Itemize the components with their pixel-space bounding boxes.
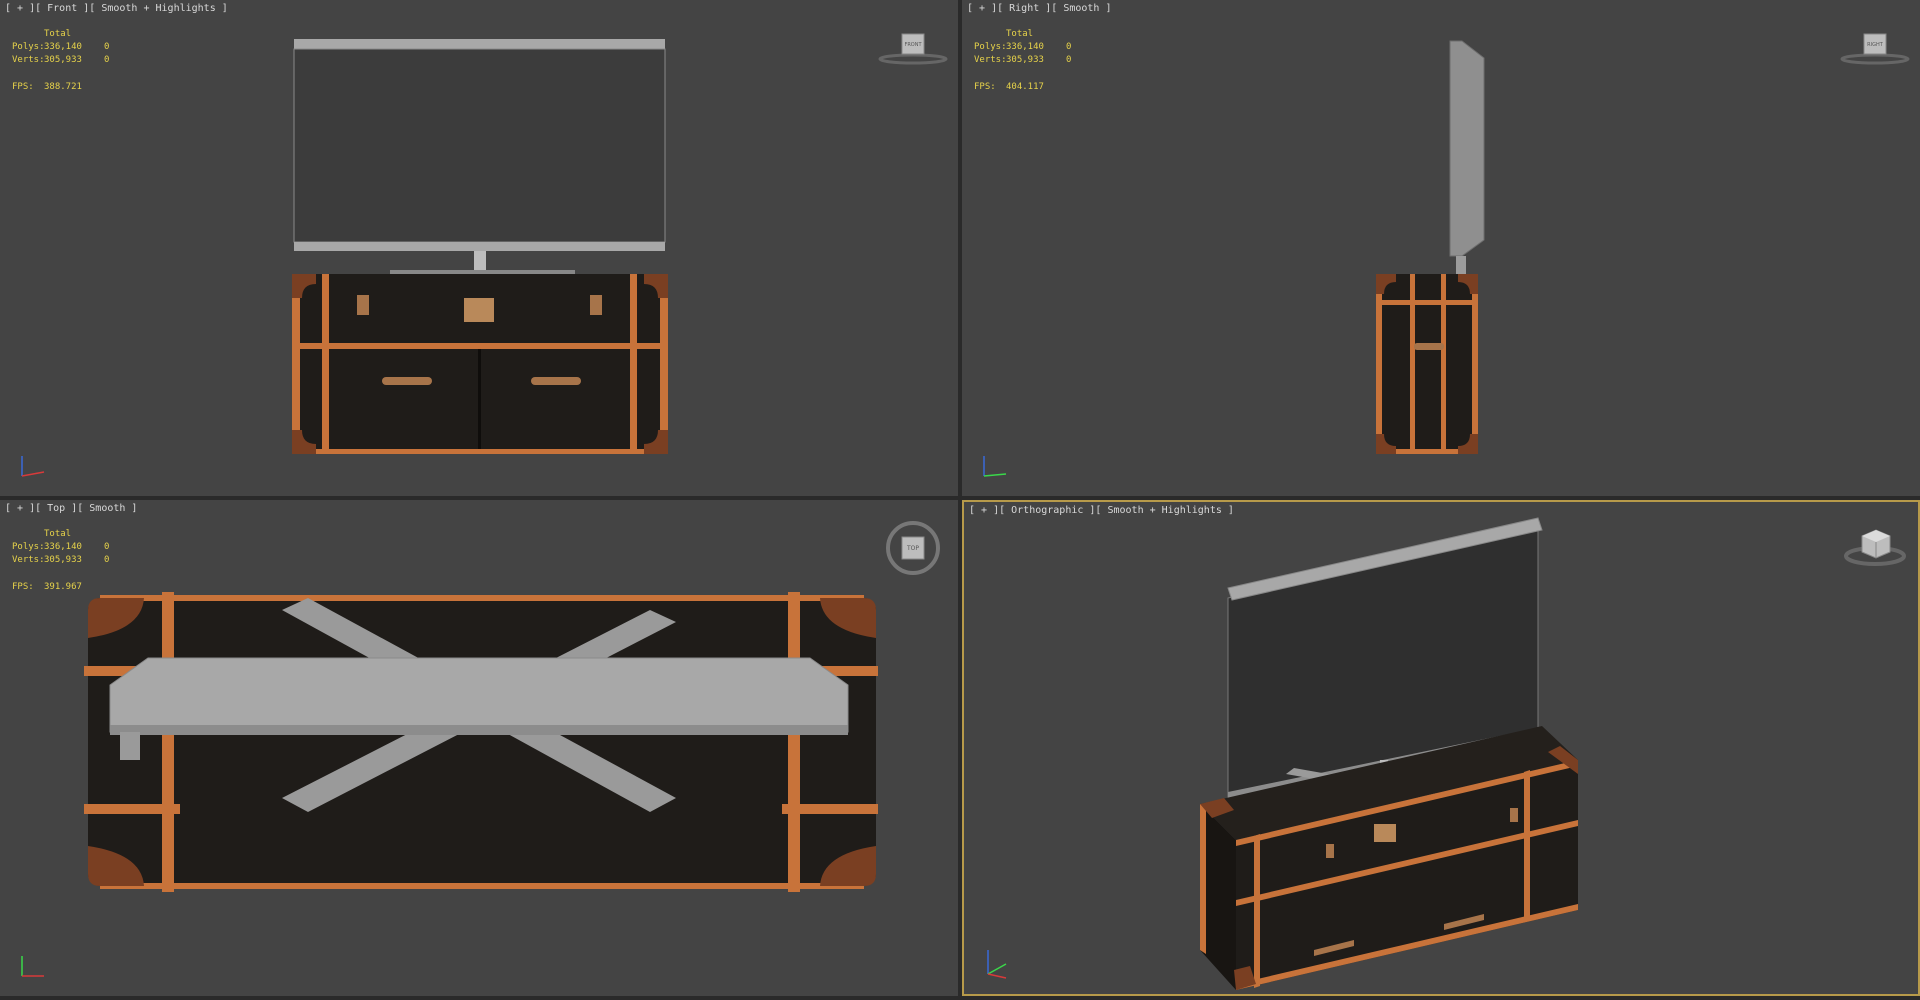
trunk-trim-right-outer bbox=[660, 274, 668, 454]
axis-gizmo-icon bbox=[21, 456, 45, 477]
stats-verts-zero: 0 bbox=[1066, 55, 1072, 65]
side-latch-right bbox=[590, 295, 602, 315]
tv-stand bbox=[1456, 256, 1466, 276]
stats-polys-label: Polys: bbox=[974, 42, 1007, 52]
tv-top bbox=[109, 657, 849, 733]
stats-polys-zero: 0 bbox=[104, 42, 110, 52]
trunk-trim-left-outer bbox=[292, 274, 300, 454]
stats-panel: Total Polys: 336,140 0 Verts: 305,933 0 FPS:… bbox=[12, 528, 124, 594]
viewcube-icon[interactable]: FRONT bbox=[878, 30, 948, 66]
strap-left bbox=[162, 592, 174, 892]
stats-polys-zero: 0 bbox=[1066, 42, 1072, 52]
drawer-divider bbox=[478, 349, 481, 449]
top-scene bbox=[84, 592, 878, 892]
stats-panel: Total Polys: 336,140 0 Verts: 305,933 0 FPS:… bbox=[974, 28, 1086, 94]
stats-polys-label: Polys: bbox=[12, 42, 45, 52]
axis-gizmo-icon bbox=[983, 456, 1007, 477]
orthographic-scene bbox=[1200, 517, 1578, 990]
tv-connector bbox=[120, 732, 140, 760]
viewport-label[interactable]: [ + ][ Top ][ Smooth ] bbox=[5, 503, 137, 514]
viewcube-label: RIGHT bbox=[1867, 42, 1884, 48]
tv-top-bar bbox=[294, 39, 665, 49]
stats-polys-label: Polys: bbox=[12, 542, 45, 552]
stats-total-label: Total bbox=[44, 29, 72, 39]
trunk-trim-top bbox=[100, 595, 864, 601]
front-scene bbox=[292, 39, 668, 454]
viewport-label[interactable]: [ + ][ Orthographic ][ Smooth + Highligh… bbox=[969, 505, 1234, 516]
viewcube-label: TOP bbox=[906, 545, 919, 552]
tv-top-edge bbox=[110, 725, 848, 735]
stats-polys-zero: 0 bbox=[104, 542, 110, 552]
viewcube-icon[interactable] bbox=[1842, 522, 1908, 570]
trunk-trim-right-inner bbox=[630, 274, 637, 454]
stats-total-label: Total bbox=[44, 529, 72, 539]
side-handle bbox=[1414, 343, 1444, 350]
side-latch-right bbox=[1510, 808, 1518, 822]
drawer-handle-right bbox=[531, 377, 581, 385]
viewport-label[interactable]: [ + ][ Right ][ Smooth ] bbox=[967, 3, 1112, 14]
stats-fps-label: FPS: bbox=[974, 82, 996, 92]
stats-fps-value: 388.721 bbox=[44, 82, 82, 92]
viewcube-icon[interactable]: TOP bbox=[883, 520, 943, 576]
stats-verts-zero: 0 bbox=[104, 55, 110, 65]
center-latch bbox=[464, 298, 494, 322]
stats-polys-value: 336,140 bbox=[1006, 42, 1044, 52]
strap-right bbox=[1524, 770, 1530, 918]
stats-verts-label: Verts: bbox=[12, 555, 45, 565]
center-latch bbox=[1374, 824, 1396, 842]
trunk-trim-bottom bbox=[294, 449, 666, 454]
stats-total-label: Total bbox=[1006, 29, 1034, 39]
viewcube-icon[interactable]: RIGHT bbox=[1840, 30, 1910, 66]
trunk-trim-top bbox=[1376, 300, 1478, 305]
drawer-handle-left bbox=[382, 377, 432, 385]
band-right-lower bbox=[782, 804, 878, 814]
trunk-top-body bbox=[88, 598, 876, 886]
trunk-trim-horizontal bbox=[294, 343, 666, 349]
stats-polys-value: 336,140 bbox=[44, 542, 82, 552]
viewcube-label: FRONT bbox=[904, 42, 922, 48]
side-latch-left bbox=[1326, 844, 1334, 858]
stats-panel: Total Polys: 336,140 0 Verts: 305,933 0 FPS:… bbox=[12, 28, 124, 94]
stats-fps-label: FPS: bbox=[12, 582, 34, 592]
stats-verts-value: 305,933 bbox=[44, 555, 82, 565]
right-scene bbox=[1376, 40, 1485, 454]
stats-verts-value: 305,933 bbox=[44, 55, 82, 65]
stats-verts-label: Verts: bbox=[12, 55, 45, 65]
stats-verts-value: 305,933 bbox=[1006, 55, 1044, 65]
viewport-top[interactable]: [ + ][ Top ][ Smooth ] Total Polys: 336,1… bbox=[0, 500, 958, 996]
viewport-front[interactable]: [ + ][ Front ][ Smooth + Highlights ] To… bbox=[0, 0, 958, 496]
tv-stand bbox=[474, 251, 486, 271]
strap-left bbox=[1254, 834, 1260, 988]
trunk-trim-bottom bbox=[100, 883, 864, 889]
trim-left-corner bbox=[1200, 804, 1206, 954]
tv-side bbox=[1449, 40, 1485, 257]
axis-gizmo-icon bbox=[987, 950, 1007, 979]
axis-gizmo-icon bbox=[21, 956, 44, 977]
stats-polys-value: 336,140 bbox=[44, 42, 82, 52]
viewport-orthographic[interactable]: [ + ][ Orthographic ][ Smooth + Highligh… bbox=[962, 500, 1920, 996]
stats-verts-zero: 0 bbox=[104, 555, 110, 565]
tv-bottom-bar bbox=[294, 242, 665, 251]
strap-right bbox=[788, 592, 800, 892]
trunk-trim-left-inner bbox=[322, 274, 329, 454]
viewport-label[interactable]: [ + ][ Front ][ Smooth + Highlights ] bbox=[5, 3, 228, 14]
band-left-lower bbox=[84, 804, 180, 814]
side-latch-left bbox=[357, 295, 369, 315]
stats-fps-value: 404.117 bbox=[1006, 82, 1044, 92]
viewport-right[interactable]: [ + ][ Right ][ Smooth ] Total Polys: 336… bbox=[962, 0, 1920, 496]
stats-fps-label: FPS: bbox=[12, 82, 34, 92]
stats-verts-label: Verts: bbox=[974, 55, 1007, 65]
tv-screen bbox=[293, 48, 666, 243]
stats-fps-value: 391.967 bbox=[44, 582, 82, 592]
